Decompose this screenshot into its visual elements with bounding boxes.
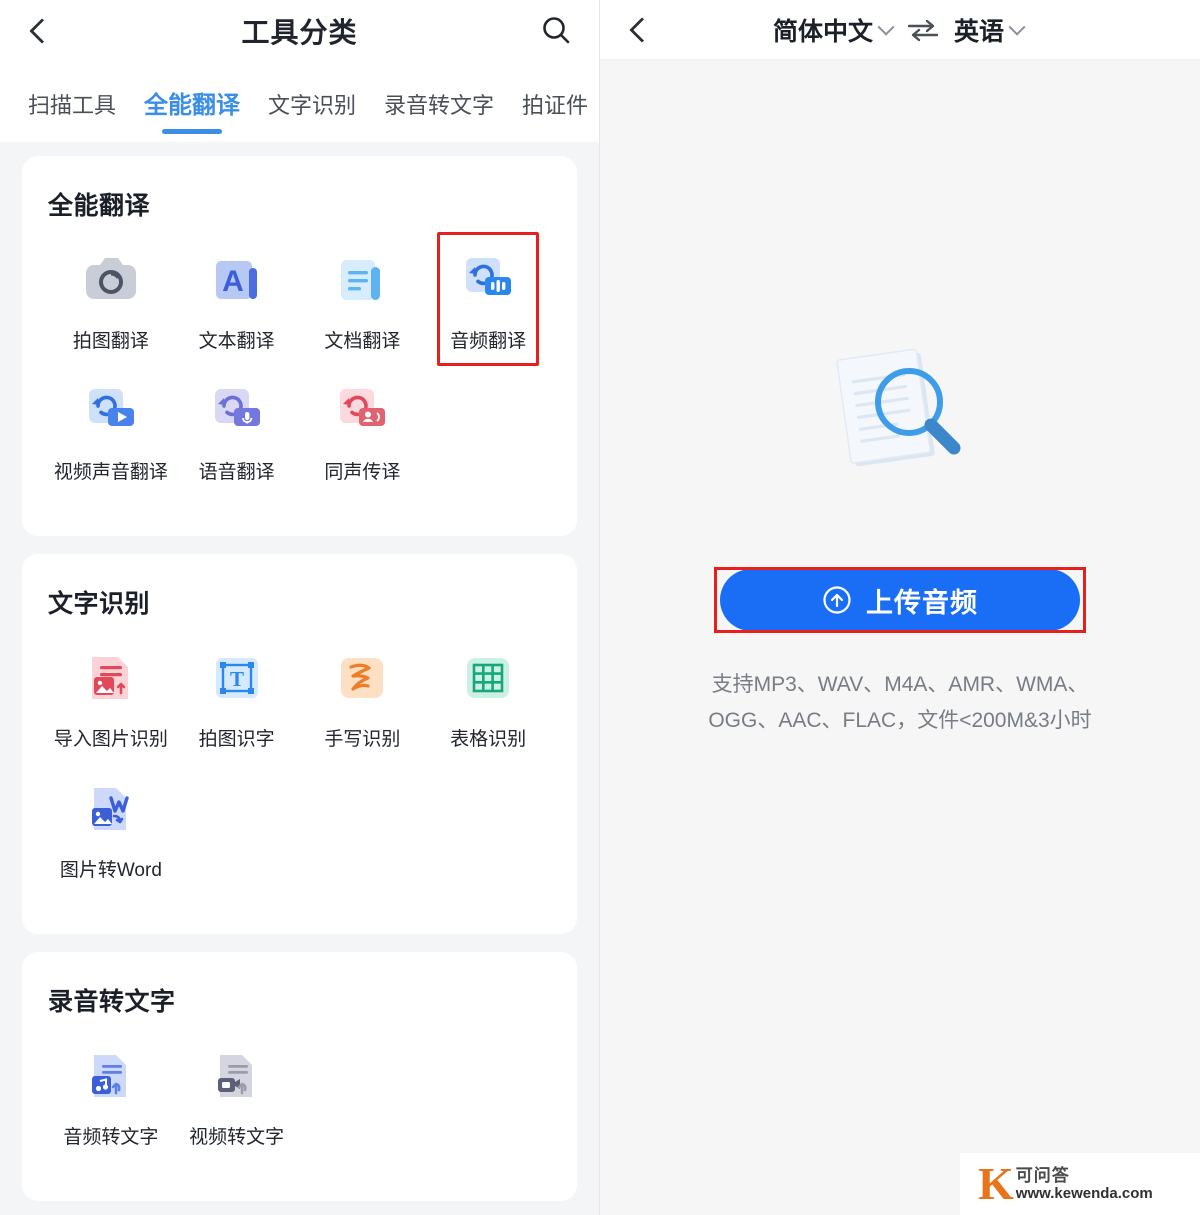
tool-document-translate[interactable]: 文档翻译 [300,248,426,353]
section-title: 文字识别 [48,590,151,618]
tool-label: 音频转文字 [63,1127,159,1148]
right-header: 简体中文 英语 [600,0,1200,60]
chevron-down-icon [877,18,895,36]
tool-label: 同声传译 [324,462,401,483]
text-translate-icon: A [205,248,269,312]
left-header: 工具分类 [0,0,599,62]
tool-list-scroll-area[interactable]: 全能翻译 拍图翻译 A 文本翻译 文档翻译 音频翻译 视频声音翻译 语音翻译 同… [0,142,599,1215]
upload-panel: 上传音频 支持MP3、WAV、M4A、AMR、WMA、OGG、AAC、FLAC，… [600,60,1200,1215]
swap-arrows-icon[interactable] [906,18,940,42]
tool-video-to-text[interactable]: 视频转文字 [174,1044,300,1149]
document-translate-icon [330,248,394,312]
section-title: 全能翻译 [48,192,151,220]
handwriting-ocr-icon [330,646,394,710]
tool-audio-to-text[interactable]: 音频转文字 [48,1044,174,1149]
tab-audio-to-text[interactable]: 录音转文字 [370,88,508,142]
tool-label: 音频翻译 [450,331,527,352]
table-ocr-icon [456,646,520,710]
tool-label: 文档翻译 [324,331,401,352]
tab-text-recognition[interactable]: 文字识别 [254,88,370,142]
tool-label: 视频声音翻译 [53,462,168,483]
tool-label: 拍图识字 [198,729,275,750]
photo-ocr-icon: T [205,646,269,710]
import-image-ocr-icon [79,646,143,710]
tool-camera-translate[interactable]: 拍图翻译 [48,248,174,353]
svg-text:A: A [222,265,244,298]
tool-simultaneous-interpretation[interactable]: 同声传译 [300,379,426,484]
tool-image-to-word[interactable]: 图片转Word [48,777,174,882]
audio-to-text-icon [79,1044,143,1108]
tool-photo-ocr[interactable]: T 拍图识字 [174,646,300,751]
target-language-label: 英语 [954,17,1005,46]
tool-handwriting-ocr[interactable]: 手写识别 [300,646,426,751]
svg-text:T: T [230,667,244,691]
tool-grid: 音频转文字 视频转文字 [48,1044,551,1175]
site-watermark: K 可问答 www.kewenda.com [960,1153,1200,1215]
tool-label: 图片转Word [59,860,162,881]
tool-label: 文本翻译 [198,331,275,352]
document-magnifier-illustration [815,340,985,495]
tool-label: 语音翻译 [198,462,275,483]
section-title: 录音转文字 [48,988,176,1016]
tab-omni-translate[interactable]: 全能翻译 [130,85,254,142]
audio-translate-screen: 简体中文 英语 上传音频 支持MP3、WAV、M4A、AMR、WMA、OGG、A… [600,0,1200,1215]
dual-screen-container: 工具分类 扫描工具 全能翻译 文字识别 录音转文字 拍证件 全能翻译 拍图翻译 … [0,0,1200,1215]
target-language-selector[interactable]: 英语 [954,12,1026,48]
supported-formats-hint: 支持MP3、WAV、M4A、AMR、WMA、OGG、AAC、FLAC，文件<20… [708,673,1092,732]
source-language-selector[interactable]: 简体中文 [772,12,895,48]
tool-category-screen: 工具分类 扫描工具 全能翻译 文字识别 录音转文字 拍证件 全能翻译 拍图翻译 … [0,0,600,1215]
source-language-label: 简体中文 [772,17,873,46]
upload-button-label: 上传音频 [866,587,978,618]
tab-scan-tools[interactable]: 扫描工具 [14,88,130,142]
tool-label: 表格识别 [450,729,527,750]
tool-grid: 导入图片识别 T 拍图识字 手写识别 表格识别 图片转Word [48,646,551,908]
back-chevron-icon[interactable] [626,17,652,43]
simultaneous-interpretation-icon [330,379,394,443]
tab-id-photo[interactable]: 拍证件 [508,88,599,142]
tool-import-image-ocr[interactable]: 导入图片识别 [48,646,174,751]
upload-button-highlight: 上传音频 [714,563,1086,637]
chevron-down-icon [1008,18,1026,36]
video-to-text-icon [205,1044,269,1108]
upload-circle-arrow-icon [823,586,851,614]
watermark-logo: K [978,1158,1014,1209]
category-tabs: 扫描工具 全能翻译 文字识别 录音转文字 拍证件 [0,62,599,142]
tool-table-ocr[interactable]: 表格识别 [425,646,551,751]
tool-audio-translate[interactable]: 音频翻译 [425,248,551,353]
tool-video-audio-translate[interactable]: 视频声音翻译 [48,379,174,484]
tool-grid: 拍图翻译 A 文本翻译 文档翻译 音频翻译 视频声音翻译 语音翻译 同声传译 [48,248,551,510]
video-audio-translate-icon [79,379,143,443]
page-title: 工具分类 [241,17,358,48]
tool-label: 拍图翻译 [72,331,149,352]
camera-translate-icon [79,248,143,312]
tool-label: 视频转文字 [189,1127,285,1148]
watermark-name: 可问答 [1015,1165,1070,1185]
tool-label: 手写识别 [324,729,401,750]
tool-voice-translate[interactable]: 语音翻译 [174,379,300,484]
image-to-word-icon [79,777,143,841]
language-selector-group: 简体中文 英语 [652,12,1144,48]
tool-label: 导入图片识别 [53,729,168,750]
section-card-omni-translate: 全能翻译 拍图翻译 A 文本翻译 文档翻译 音频翻译 视频声音翻译 语音翻译 同… [22,156,577,536]
tool-text-translate[interactable]: A 文本翻译 [174,248,300,353]
voice-translate-icon [205,379,269,443]
audio-translate-icon [456,248,520,312]
section-card-text-recognition: 文字识别 导入图片识别 T 拍图识字 手写识别 表格识别 图片转Word [22,554,577,934]
watermark-url: www.kewenda.com [1015,1185,1153,1203]
section-card-audio-to-text: 录音转文字 音频转文字 视频转文字 [22,952,577,1201]
upload-audio-button[interactable]: 上传音频 [720,569,1080,631]
